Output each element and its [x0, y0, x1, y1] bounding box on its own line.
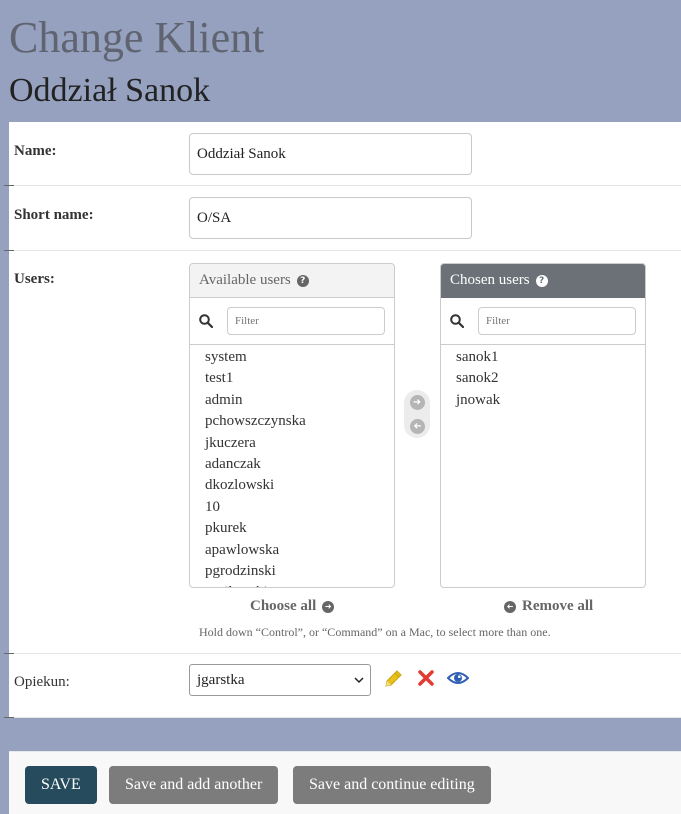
list-item[interactable]: pchowszczynska [190, 411, 394, 432]
available-filter-bar [190, 298, 394, 345]
list-item[interactable]: dkozlowski [190, 475, 394, 496]
remove-all-link[interactable]: ➜ Remove all [504, 598, 593, 615]
choose-all-label: Choose all [250, 598, 317, 614]
object-title: Oddział Sanok [9, 72, 211, 109]
arrow-left-circle-icon: ➜ [409, 418, 425, 434]
list-item[interactable]: 10 [190, 497, 394, 518]
chosen-users-header: Chosen users? [441, 264, 645, 298]
opiekun-select[interactable]: jgarstka [189, 664, 371, 696]
question-circle-icon[interactable]: ? [296, 274, 309, 287]
short-name-input[interactable] [189, 197, 472, 239]
search-icon [199, 314, 213, 328]
chosen-users-title: Chosen users [450, 272, 530, 288]
list-item[interactable]: pgrodzinski [190, 561, 394, 582]
name-label: Name: [14, 143, 57, 159]
available-users-list[interactable]: system test1 admin pchowszczynska jkucze… [190, 345, 394, 587]
arrow-left-circle-icon: ➜ [504, 600, 516, 613]
list-item[interactable]: adanczak [190, 454, 394, 475]
choose-all-link[interactable]: Choose all ➜ [250, 598, 335, 615]
list-item[interactable]: jkuczera [190, 433, 394, 454]
question-circle-icon[interactable]: ? [535, 274, 548, 287]
available-users-box: Available users? system test1 admin pcho… [189, 263, 395, 588]
page-title: Change Klient [9, 13, 265, 62]
list-item[interactable]: sanok1 [441, 347, 645, 368]
available-users-header: Available users? [190, 264, 394, 298]
remove-all-label: Remove all [522, 598, 594, 614]
available-users-title: Available users [199, 272, 291, 288]
save-button[interactable]: SAVE [25, 766, 97, 804]
short-name-label: Short name: [14, 207, 94, 223]
row-divider [4, 717, 681, 718]
chosen-users-box: Chosen users? sanok1 sanok2 jnowak [440, 263, 646, 588]
x-icon[interactable] [415, 667, 437, 689]
add-selected-button[interactable]: ➜ [404, 390, 430, 414]
chevron-down-icon [354, 677, 364, 684]
list-item[interactable]: jnowak [441, 390, 645, 411]
name-input[interactable] [189, 133, 472, 175]
available-filter-input[interactable] [227, 307, 385, 335]
remove-selected-button[interactable]: ➜ [404, 414, 430, 438]
users-label: Users: [14, 271, 55, 287]
opiekun-selected-value: jgarstka [197, 672, 245, 688]
arrow-right-circle-icon: ➜ [322, 600, 335, 613]
list-item[interactable]: pmilewski [190, 582, 394, 587]
list-item[interactable]: system [190, 347, 394, 368]
opiekun-label: Opiekun: [14, 674, 70, 690]
pencil-icon[interactable] [382, 668, 404, 690]
submit-row: SAVE Save and add another Save and conti… [9, 751, 681, 814]
search-icon [450, 314, 464, 328]
change-form: Name: Short name: Users: Available users… [4, 122, 681, 718]
chosen-filter-bar [441, 298, 645, 345]
users-row: Users: Available users? system test1 adm… [9, 251, 681, 653]
arrow-right-circle-icon: ➜ [409, 394, 425, 410]
short-name-row: Short name: [9, 186, 681, 250]
list-item[interactable]: sanok2 [441, 368, 645, 389]
save-and-continue-button[interactable]: Save and continue editing [293, 766, 491, 804]
name-row: Name: [9, 122, 681, 185]
list-item[interactable]: apawlowska [190, 540, 394, 561]
opiekun-row: Opiekun: jgarstka [9, 654, 681, 717]
list-item[interactable]: pkurek [190, 518, 394, 539]
eye-icon[interactable] [447, 667, 469, 689]
chosen-filter-input[interactable] [478, 307, 636, 335]
list-item[interactable]: admin [190, 390, 394, 411]
save-and-add-another-button[interactable]: Save and add another [109, 766, 279, 804]
users-help-text: Hold down “Control”, or “Command” on a M… [199, 625, 551, 639]
chosen-users-list[interactable]: sanok1 sanok2 jnowak [441, 345, 645, 411]
list-item[interactable]: test1 [190, 368, 394, 389]
